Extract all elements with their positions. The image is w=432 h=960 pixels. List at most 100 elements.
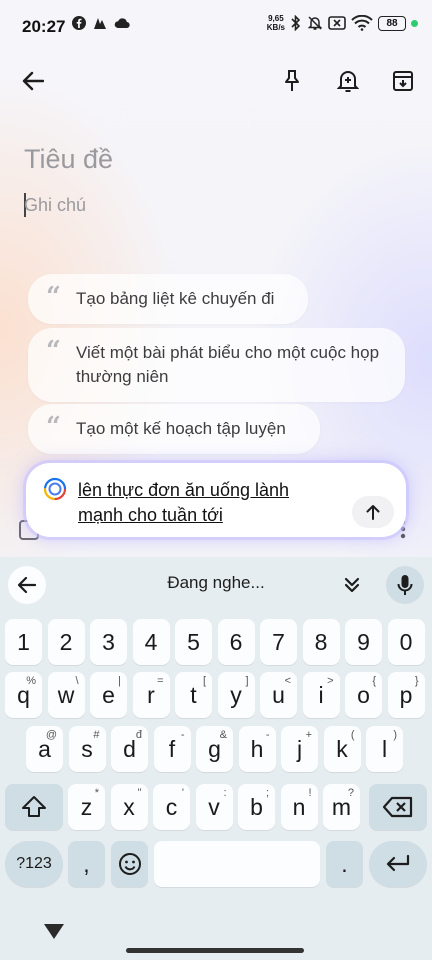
- key-z[interactable]: z *: [68, 784, 105, 830]
- note-title-input[interactable]: Tiêu đề: [24, 144, 113, 175]
- ai-prompt-box[interactable]: lên thực đơn ăn uống lành mạnh cho tuần …: [26, 463, 406, 537]
- key-x[interactable]: x ": [110, 784, 148, 830]
- key-w[interactable]: w \: [47, 672, 85, 718]
- key-label: ,: [83, 850, 90, 877]
- suggestion-chip-3[interactable]: “ Tạo một kế hoạch tập luyện: [28, 404, 320, 454]
- key-y[interactable]: y]: [217, 672, 255, 718]
- back-button[interactable]: [13, 61, 53, 101]
- suggestion-text: Tạo bảng liệt kê chuyến đi: [76, 289, 275, 308]
- comma-key[interactable]: ,: [68, 841, 105, 887]
- suggestion-text: Viết một bài phát biểu cho một cuộc họp …: [76, 343, 380, 386]
- key-hint: !: [308, 787, 312, 799]
- key-7[interactable]: 7: [260, 619, 297, 665]
- period-key[interactable]: .: [326, 841, 363, 887]
- key-label: k: [336, 735, 348, 762]
- key-hint: &: [219, 729, 227, 741]
- key-t[interactable]: t[: [175, 672, 212, 718]
- mute-bell-icon: [307, 16, 323, 30]
- key-hint: =: [157, 675, 164, 687]
- key-6[interactable]: 6: [217, 619, 255, 665]
- key-label: i: [318, 681, 324, 708]
- key-2[interactable]: 2: [47, 619, 85, 665]
- prompt-input[interactable]: lên thực đơn ăn uống lành mạnh cho tuần …: [78, 478, 328, 528]
- key-s[interactable]: s #: [68, 726, 106, 772]
- key-3[interactable]: 3: [90, 619, 127, 665]
- key-hint: ': [181, 787, 184, 799]
- key-hint: ": [137, 787, 142, 799]
- keyboard-toolbar: Đang nghe...: [0, 557, 432, 613]
- key-hint: -: [265, 729, 270, 741]
- key-hint: +: [305, 729, 312, 741]
- key-o[interactable]: o{: [345, 672, 382, 718]
- status-bar: 20:27 9,65 KB/s 88: [0, 0, 432, 52]
- key-label: u: [272, 681, 285, 708]
- quote-icon: “: [46, 412, 61, 442]
- network-speed-unit: KB/s: [266, 23, 285, 32]
- key-i[interactable]: i >: [302, 672, 340, 718]
- status-system-icons: 9,65 KB/s 88: [267, 14, 418, 32]
- key-p[interactable]: p}: [387, 672, 425, 718]
- bell-plus-icon: [337, 71, 359, 92]
- home-gesture-bar[interactable]: [126, 948, 304, 953]
- pin-button[interactable]: [272, 61, 312, 101]
- key-label: 0: [399, 628, 413, 655]
- note-body-input[interactable]: Ghi chú: [24, 195, 86, 216]
- key-8[interactable]: 8: [302, 619, 340, 665]
- key-m[interactable]: m?: [323, 784, 360, 830]
- key-hint: -: [180, 729, 185, 741]
- wifi-icon: [351, 15, 373, 31]
- key-c[interactable]: c ': [153, 784, 190, 830]
- symbols-key[interactable]: ?123: [5, 841, 63, 887]
- key-label: r: [147, 681, 155, 708]
- key-d[interactable]: dđ: [111, 726, 148, 772]
- key-j[interactable]: j +: [281, 726, 318, 772]
- key-label: n: [292, 793, 306, 820]
- key-k[interactable]: k(: [323, 726, 361, 772]
- key-b[interactable]: b;: [238, 784, 275, 830]
- key-5[interactable]: 5: [175, 619, 212, 665]
- suggestion-chip-1[interactable]: “ Tạo bảng liệt kê chuyến đi: [28, 274, 308, 324]
- key-e[interactable]: e |: [90, 672, 127, 718]
- key-l[interactable]: l): [366, 726, 403, 772]
- space-key[interactable]: [154, 841, 320, 887]
- double-chevron-down-icon: [344, 577, 360, 593]
- key-hint: <: [284, 675, 291, 687]
- key-label: 8: [314, 628, 328, 655]
- send-button[interactable]: [352, 496, 394, 528]
- key-n[interactable]: n!: [280, 784, 318, 830]
- suggestion-chip-2[interactable]: “ Viết một bài phát biểu cho một cuộc họ…: [28, 328, 405, 402]
- backspace-key[interactable]: [369, 784, 427, 830]
- key-hint: ;: [265, 787, 269, 799]
- no-sim-icon: [328, 16, 346, 30]
- reminder-button[interactable]: [328, 61, 368, 101]
- key-v[interactable]: v:: [195, 784, 233, 830]
- screen: 20:27 9,65 KB/s 88 Tiêu đề Ghi chú “ Tạo…: [0, 0, 432, 960]
- key-label: 3: [102, 628, 115, 655]
- microphone-button[interactable]: [386, 566, 424, 604]
- key-h[interactable]: h-: [238, 726, 276, 772]
- key-0[interactable]: 0: [387, 619, 425, 665]
- key-a[interactable]: a @: [26, 726, 63, 772]
- key-1[interactable]: 1: [5, 619, 42, 665]
- key-g[interactable]: g &: [196, 726, 233, 772]
- key-9[interactable]: 9: [345, 619, 382, 665]
- emoji-key[interactable]: [111, 841, 148, 887]
- enter-key[interactable]: [369, 841, 427, 887]
- quote-icon: “: [46, 336, 61, 366]
- collapse-voice-button[interactable]: [338, 571, 366, 599]
- ai-assistant-icon: [43, 477, 67, 501]
- key-r[interactable]: r =: [132, 672, 170, 718]
- backspace-icon: [383, 796, 413, 818]
- archive-button[interactable]: [383, 61, 423, 101]
- key-label: 7: [272, 628, 285, 655]
- hide-keyboard-icon[interactable]: [43, 922, 65, 940]
- key-4[interactable]: 4: [132, 619, 170, 665]
- key-hint: @: [45, 729, 57, 741]
- key-u[interactable]: u <: [260, 672, 297, 718]
- key-q[interactable]: q%: [5, 672, 42, 718]
- key-hint: {: [372, 675, 376, 687]
- network-speed-value: 9,65: [268, 14, 284, 23]
- emoji-icon: [118, 853, 141, 875]
- shift-key[interactable]: [5, 784, 63, 830]
- key-f[interactable]: f-: [153, 726, 191, 772]
